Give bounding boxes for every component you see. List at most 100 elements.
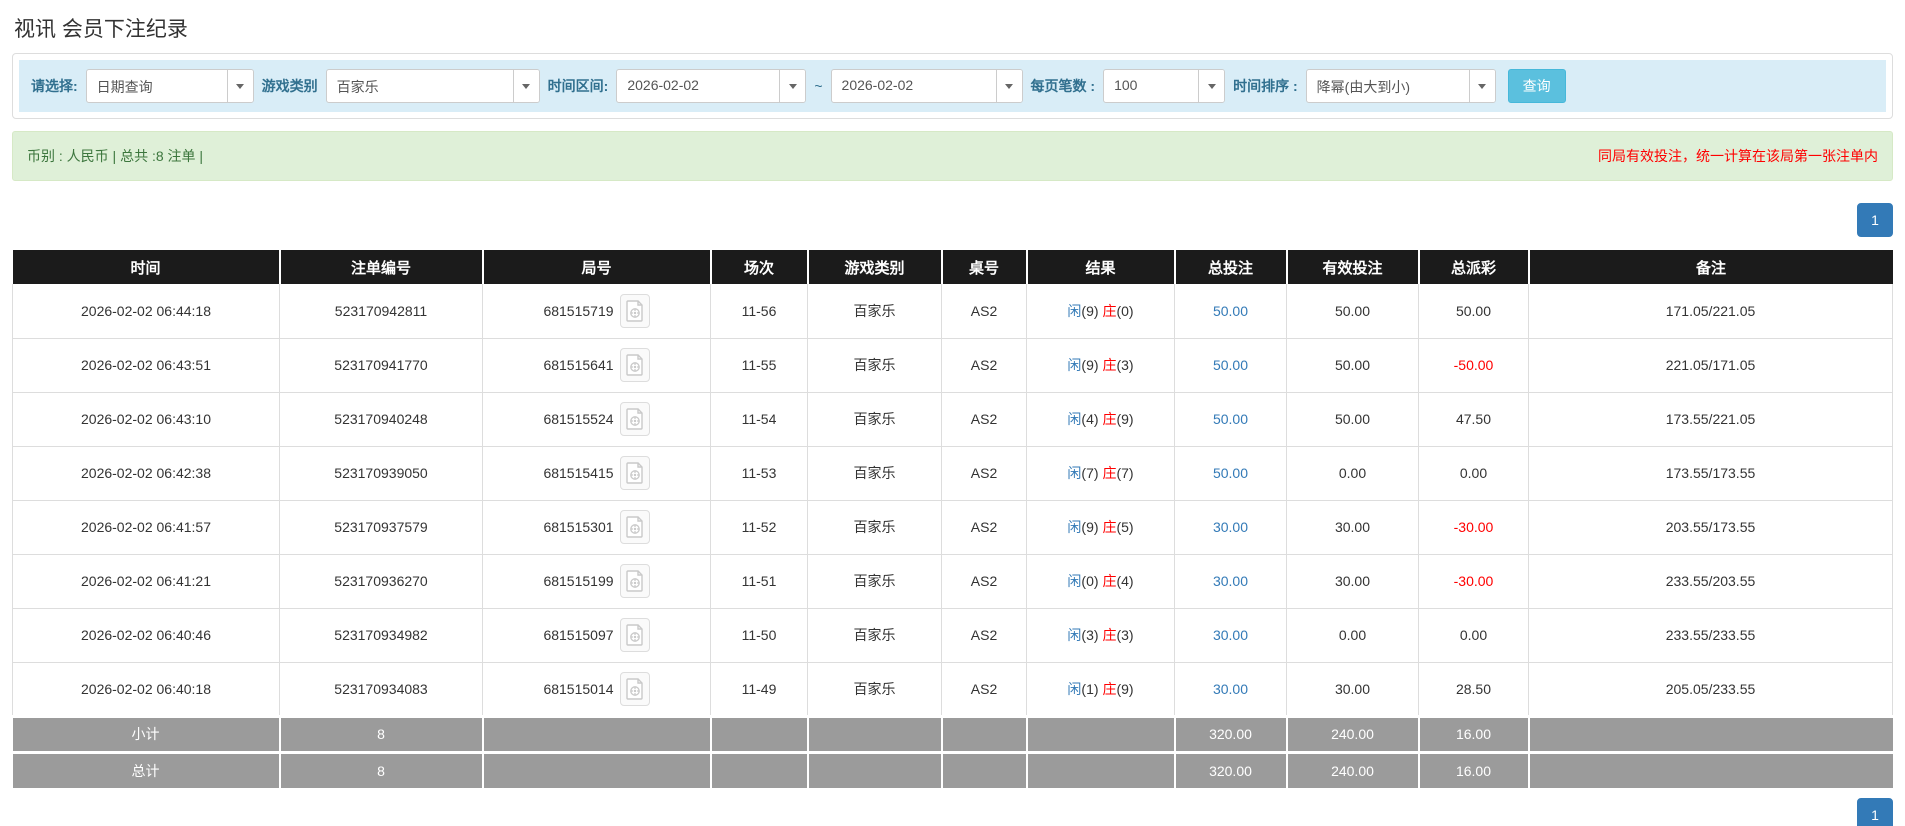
cell-session: 11-54: [710, 392, 808, 447]
table-row: 2026-02-02 06:41:21 523170936270 6815151…: [12, 554, 1893, 609]
round-id-text: 681515719: [543, 302, 614, 319]
date-from-select[interactable]: 2026-02-02: [616, 69, 807, 103]
banker-score: (7): [1116, 465, 1134, 481]
col-result: 结果: [1026, 250, 1176, 284]
col-time: 时间: [12, 250, 281, 284]
player-label: 闲: [1067, 411, 1082, 427]
cell-total-bet[interactable]: 30.00: [1174, 608, 1287, 663]
chevron-down-icon: [1468, 70, 1495, 102]
page-1-button[interactable]: 1: [1857, 203, 1893, 237]
cell-payout: -30.00: [1418, 500, 1529, 555]
cell-valid-bet: 30.00: [1286, 662, 1419, 717]
subtotal-count: 8: [279, 714, 484, 752]
chevron-down-icon: [779, 70, 806, 102]
pagination-top: 1: [12, 203, 1893, 237]
chevron-down-icon: [226, 70, 253, 102]
player-label: 闲: [1067, 357, 1082, 373]
chevron-down-icon: [512, 70, 539, 102]
cell-valid-bet: 30.00: [1286, 554, 1419, 609]
cell-total-bet[interactable]: 30.00: [1174, 662, 1287, 717]
total-total-bet: 320.00: [1174, 750, 1288, 788]
banker-label: 庄: [1102, 357, 1117, 373]
banker-score: (0): [1116, 302, 1134, 319]
video-record-button[interactable]: [619, 293, 650, 328]
cell-time: 2026-02-02 06:42:38: [12, 446, 280, 501]
cell-bet-id: 523170939050: [279, 446, 483, 501]
cell-payout: 47.50: [1418, 392, 1529, 447]
cell-remark: 173.55/173.55: [1528, 446, 1893, 501]
cell-total-bet[interactable]: 50.00: [1174, 392, 1287, 447]
banker-score: (9): [1116, 411, 1134, 427]
cell-valid-bet: 50.00: [1286, 392, 1419, 447]
per-page-value: 100: [1114, 77, 1138, 93]
page: 视讯 会员下注纪录 请选择: 日期查询 游戏类别 百家乐 时间区间: 2026-…: [0, 0, 1905, 826]
banker-label: 庄: [1102, 680, 1117, 697]
date-to-select[interactable]: 2026-02-02: [830, 69, 1023, 103]
query-mode-select[interactable]: 日期查询: [85, 69, 254, 103]
per-page-select[interactable]: 100: [1103, 69, 1226, 103]
cell-session: 11-56: [710, 284, 808, 339]
cell-payout: 0.00: [1418, 608, 1529, 663]
table-row: 2026-02-02 06:44:18 523170942811 6815157…: [12, 284, 1893, 339]
cell-remark: 205.05/233.55: [1528, 662, 1893, 717]
round-id-text: 681515014: [543, 680, 614, 697]
cell-table-no: AS2: [941, 338, 1027, 393]
cell-total-bet[interactable]: 50.00: [1174, 338, 1287, 393]
player-score: (3): [1081, 627, 1099, 643]
cell-round-id: 681515719: [482, 284, 711, 339]
cell-total-bet[interactable]: 30.00: [1174, 554, 1287, 609]
cell-remark: 171.05/221.05: [1528, 284, 1893, 339]
query-mode-value: 日期查询: [96, 79, 153, 95]
cell-table-no: AS2: [941, 608, 1027, 663]
player-score: (0): [1081, 573, 1099, 589]
date-range-label: 时间区间:: [547, 78, 609, 94]
video-record-button[interactable]: [619, 348, 650, 382]
col-game-type: 游戏类别: [807, 250, 943, 284]
cell-time: 2026-02-02 06:43:10: [12, 392, 280, 447]
cell-result: 闲(4) 庄(9): [1026, 392, 1175, 447]
total-count: 8: [279, 750, 484, 788]
cell-total-bet[interactable]: 50.00: [1174, 284, 1287, 339]
date-to-value: 2026-02-02: [841, 77, 914, 93]
valid-bet-notice: 同局有效投注，统一计算在该局第一张注单内: [1598, 148, 1878, 164]
cell-game-type: 百家乐: [807, 500, 942, 555]
summary-bar: 币别 : 人民币 | 总共 :8 注单 | 同局有效投注，统一计算在该局第一张注…: [12, 131, 1893, 181]
cell-total-bet[interactable]: 50.00: [1174, 446, 1287, 501]
player-score: (7): [1081, 465, 1099, 481]
cell-session: 11-52: [710, 500, 808, 555]
banker-label: 庄: [1102, 573, 1117, 589]
col-valid-bet: 有效投注: [1286, 250, 1420, 284]
game-type-select[interactable]: 百家乐: [325, 69, 540, 103]
video-record-button[interactable]: [619, 564, 650, 598]
banker-label: 庄: [1102, 627, 1117, 643]
sort-select[interactable]: 降幂(由大到小): [1305, 69, 1496, 103]
banker-score: (3): [1116, 357, 1134, 373]
video-record-button[interactable]: [619, 618, 650, 652]
banker-score: (9): [1116, 680, 1134, 697]
cell-payout: 28.50: [1418, 662, 1529, 717]
cell-valid-bet: 50.00: [1286, 338, 1419, 393]
cell-total-bet[interactable]: 30.00: [1174, 500, 1287, 555]
cell-table-no: AS2: [941, 554, 1027, 609]
banker-label: 庄: [1102, 302, 1117, 319]
video-record-icon: [625, 300, 643, 322]
video-record-button[interactable]: [619, 671, 650, 706]
video-record-button[interactable]: [619, 402, 650, 436]
game-type-label: 游戏类别: [261, 78, 318, 94]
cell-result: 闲(1) 庄(9): [1026, 662, 1175, 717]
search-button[interactable]: 查询: [1507, 69, 1566, 103]
cell-valid-bet: 30.00: [1286, 500, 1419, 555]
player-score: (4): [1081, 411, 1099, 427]
video-record-icon: [625, 624, 643, 646]
video-record-button[interactable]: [619, 456, 650, 490]
cell-session: 11-55: [710, 338, 808, 393]
cell-time: 2026-02-02 06:44:18: [12, 284, 280, 339]
subtotal-payout: 16.00: [1418, 714, 1530, 752]
page-1-button-bottom[interactable]: 1: [1857, 798, 1893, 826]
subtotal-label: 小计: [12, 714, 281, 752]
cell-bet-id: 523170934982: [279, 608, 483, 663]
cell-bet-id: 523170934083: [279, 662, 483, 717]
player-label: 闲: [1067, 519, 1082, 535]
banker-score: (5): [1116, 519, 1134, 535]
video-record-button[interactable]: [619, 510, 650, 544]
